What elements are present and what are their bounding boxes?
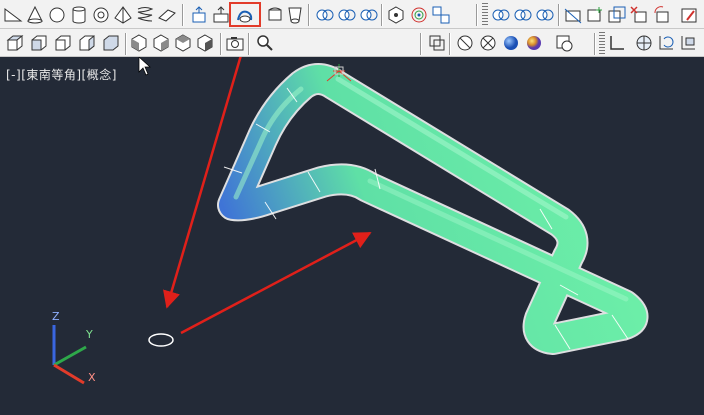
realistic-icon[interactable] <box>500 32 522 54</box>
visual-styles-manager-icon[interactable] <box>553 32 575 54</box>
ucs-world-icon[interactable] <box>633 32 655 54</box>
conceptual-icon[interactable] <box>523 32 545 54</box>
2d-wireframe-icon[interactable] <box>426 32 448 54</box>
helix-icon[interactable] <box>134 4 156 26</box>
ucs-face-icon[interactable] <box>677 32 699 54</box>
3d-align-icon[interactable] <box>430 4 452 26</box>
toolbar-separator <box>125 33 127 55</box>
ucs-axis-icon: Z Y X <box>52 310 96 385</box>
view-front-icon[interactable] <box>28 32 50 54</box>
planar-surface-icon[interactable] <box>156 4 178 26</box>
viewport-controls-label[interactable]: [-][東南等角][概念] <box>6 66 117 83</box>
view-left-icon[interactable] <box>52 32 74 54</box>
slice-icon[interactable] <box>562 4 584 26</box>
toolbar-view: ▼ <box>0 29 704 81</box>
nw-iso-icon[interactable] <box>194 32 216 54</box>
wireframe-icon[interactable] <box>477 32 499 54</box>
sw-iso-icon[interactable] <box>128 32 150 54</box>
ne-iso-icon[interactable] <box>172 32 194 54</box>
color-faces-icon[interactable] <box>678 4 700 26</box>
wedge-icon[interactable] <box>2 4 24 26</box>
ucs-x-label: X <box>88 371 96 384</box>
extrude-icon[interactable] <box>188 4 210 26</box>
toolbar-separator <box>558 4 560 26</box>
union-icon[interactable] <box>490 4 512 26</box>
mouse-cursor-icon <box>138 57 151 76</box>
imprint-icon[interactable] <box>584 4 606 26</box>
sphere-icon[interactable] <box>46 4 68 26</box>
camera-icon[interactable] <box>224 32 246 54</box>
intersect-icon[interactable] <box>534 4 556 26</box>
toolbar-grip[interactable] <box>599 32 605 55</box>
rotate-faces-icon[interactable] <box>651 4 673 26</box>
revolve-icon[interactable] <box>264 4 286 26</box>
toolbar-separator <box>449 33 451 55</box>
hidden-icon[interactable] <box>454 32 476 54</box>
toolbar-separator <box>248 33 250 55</box>
toolbar-separator <box>308 4 310 26</box>
toolbar-separator <box>220 33 222 55</box>
ucs-previous-icon[interactable] <box>655 32 677 54</box>
drawing-viewport[interactable]: Z Y X [-][東南等角][概念] <box>0 57 704 415</box>
toolbar-separator <box>594 33 596 55</box>
pyramid-icon[interactable] <box>112 4 134 26</box>
toolbar-modeling <box>0 0 704 29</box>
ucs-z-label: Z <box>52 310 60 323</box>
3d-move-icon[interactable] <box>385 4 407 26</box>
subtract-icon[interactable] <box>336 4 358 26</box>
toolbar-separator <box>182 4 184 26</box>
sweep-profile-circle[interactable] <box>148 333 174 347</box>
swept-pipe[interactable] <box>217 63 649 355</box>
union-icon[interactable] <box>314 4 336 26</box>
delete-faces-icon[interactable] <box>628 4 650 26</box>
toolbar-grip[interactable] <box>482 3 488 26</box>
ucs-y-label: Y <box>85 328 93 341</box>
zoom-icon[interactable] <box>254 32 276 54</box>
view-top-icon[interactable] <box>4 32 26 54</box>
ucs-icon[interactable] <box>606 32 628 54</box>
view-back-icon[interactable] <box>100 32 122 54</box>
subtract-icon[interactable] <box>512 4 534 26</box>
3d-rotate-icon[interactable] <box>408 4 430 26</box>
annotation-arrow-2 <box>180 231 372 335</box>
toolbar-separator <box>381 4 383 26</box>
sweep-highlight-box <box>229 2 261 27</box>
cone-icon[interactable] <box>24 4 46 26</box>
view-right-icon[interactable] <box>76 32 98 54</box>
intersect-icon[interactable] <box>358 4 380 26</box>
loft-icon[interactable] <box>284 4 306 26</box>
torus-icon[interactable] <box>90 4 112 26</box>
toolbar-separator <box>420 33 422 55</box>
copy-edges-icon[interactable] <box>606 4 628 26</box>
cylinder-icon[interactable] <box>68 4 90 26</box>
viewport-scene: Z Y X <box>52 57 649 385</box>
se-iso-icon[interactable] <box>150 32 172 54</box>
toolbar-separator <box>476 4 478 26</box>
